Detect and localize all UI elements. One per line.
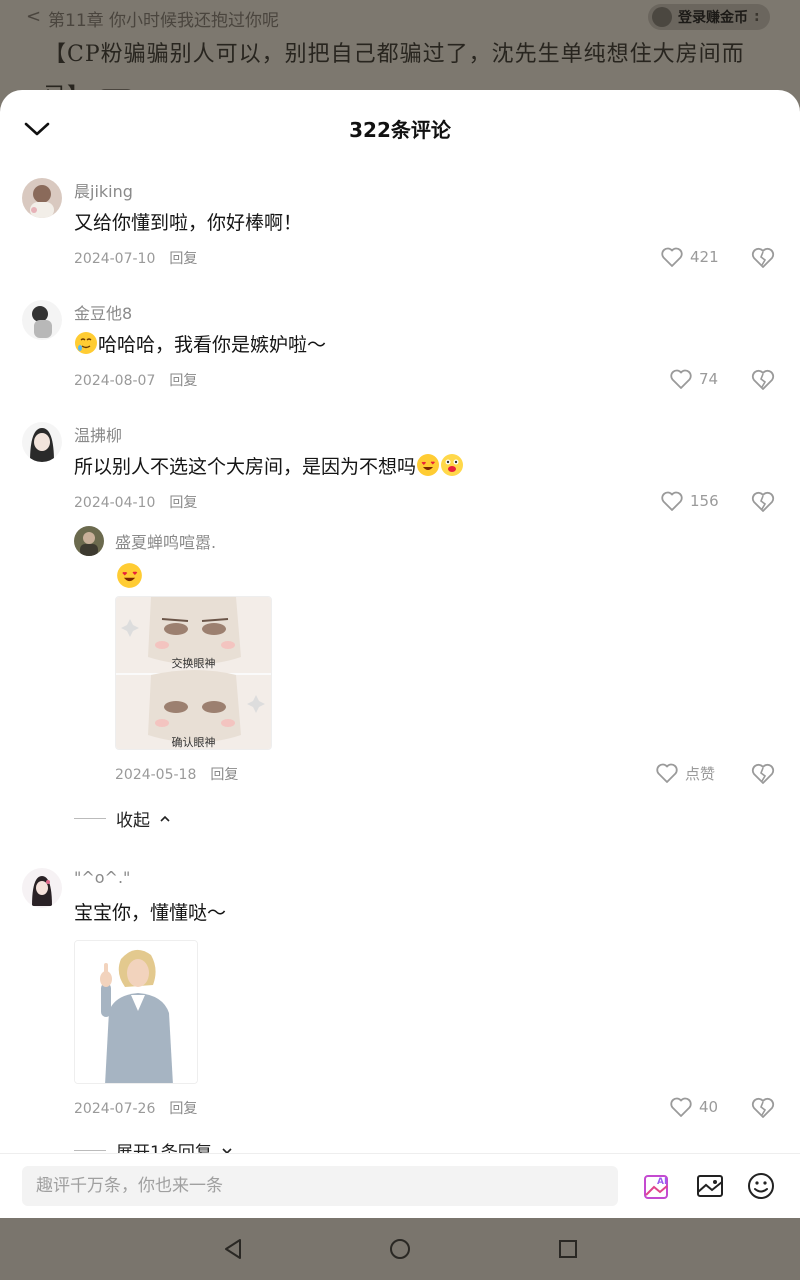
broken-heart-icon[interactable] bbox=[750, 1096, 776, 1120]
broken-heart-icon[interactable] bbox=[750, 490, 776, 514]
comment-author[interactable]: "^o^." bbox=[74, 868, 130, 887]
tongue-out-emoji-icon bbox=[441, 454, 464, 476]
collapse-label: 收起 bbox=[116, 811, 150, 831]
comment-author[interactable]: 温拂柳 bbox=[74, 422, 122, 446]
login-coin-button[interactable]: 登录赚金币 : bbox=[648, 4, 770, 30]
more-icon[interactable]: : bbox=[754, 9, 760, 25]
comment-meta: 2024-07-26 回复 bbox=[74, 1098, 197, 1118]
comment-text-body: 所以别人不选这个大房间，是因为不想吗 bbox=[74, 456, 417, 478]
like-button[interactable]: 74 bbox=[669, 368, 718, 390]
comment-meta: 2024-07-10 回复 bbox=[74, 248, 197, 268]
heart-icon bbox=[661, 247, 683, 267]
back-chevron-icon[interactable]: < bbox=[26, 6, 41, 27]
like-button[interactable]: 40 bbox=[669, 1096, 718, 1118]
chevron-up-icon bbox=[160, 815, 170, 822]
avatar[interactable] bbox=[22, 178, 62, 218]
comment-input-bar: AI bbox=[0, 1153, 800, 1217]
comment-meta: 2024-04-10 回复 bbox=[74, 492, 197, 512]
like-button[interactable]: 421 bbox=[660, 246, 719, 268]
heart-icon bbox=[656, 763, 678, 783]
comment-author[interactable]: 金豆他8 bbox=[74, 300, 132, 324]
nav-recents-icon[interactable] bbox=[555, 1236, 581, 1262]
comment-text: 又给你懂到啦，你好棒啊！ bbox=[74, 212, 303, 234]
sticker-caption-top: 交换眼神 bbox=[171, 657, 216, 670]
comment-sheet: 322条评论 晨jiking 又给你懂到啦，你好棒啊！ 2024-07-10 回复… bbox=[0, 90, 800, 1218]
broken-heart-icon[interactable] bbox=[750, 762, 776, 786]
reply-button[interactable]: 回复 bbox=[169, 373, 197, 389]
sheet-header: 322条评论 bbox=[0, 90, 800, 164]
nav-home-icon[interactable] bbox=[387, 1236, 413, 1262]
reply-button[interactable]: 回复 bbox=[169, 251, 197, 267]
heart-eyes-emoji-icon bbox=[417, 454, 440, 476]
reply-date: 2024-05-18 bbox=[115, 767, 197, 783]
anime-face-illustration bbox=[116, 597, 271, 749]
heart-icon bbox=[661, 491, 683, 511]
heart-eyes-emoji-icon bbox=[117, 563, 142, 588]
avatar[interactable] bbox=[22, 422, 62, 462]
sticker-image[interactable]: 交换眼神 确认眼神 bbox=[115, 596, 272, 750]
comment-list[interactable]: 晨jiking 又给你懂到啦，你好棒啊！ 2024-07-10 回复 421 金豆… bbox=[0, 164, 800, 1154]
woman-photo-illustration bbox=[75, 941, 197, 1083]
comment-date: 2024-07-10 bbox=[74, 251, 156, 267]
like-count: 74 bbox=[699, 370, 719, 388]
emoji-icon[interactable] bbox=[746, 1171, 776, 1201]
coin-button-label: 登录赚金币 bbox=[678, 10, 748, 26]
comment-text: 哈哈哈，我看你是嫉妒啦～ bbox=[74, 330, 326, 357]
coin-icon bbox=[652, 7, 672, 27]
comment-text-body: 哈哈哈，我看你是嫉妒啦～ bbox=[98, 334, 327, 356]
collapse-replies-button[interactable]: 收起 bbox=[74, 806, 170, 831]
drooling-emoji-icon bbox=[75, 332, 97, 354]
broken-heart-icon[interactable] bbox=[750, 368, 776, 392]
comment-text: 宝宝你，懂懂哒～ bbox=[74, 902, 227, 924]
reply-author[interactable]: 盛夏蝉鸣喧嚣. bbox=[115, 529, 216, 553]
like-count: 40 bbox=[699, 1098, 719, 1116]
comment-author[interactable]: 晨jiking bbox=[74, 178, 133, 202]
divider-line bbox=[74, 1150, 106, 1151]
comment-date: 2024-07-26 bbox=[74, 1101, 156, 1117]
system-nav-bar bbox=[0, 1218, 800, 1280]
reply-avatar[interactable] bbox=[74, 526, 104, 556]
nav-back-icon[interactable] bbox=[220, 1236, 246, 1262]
comment-date: 2024-04-10 bbox=[74, 495, 156, 511]
heart-icon bbox=[670, 369, 692, 389]
like-button[interactable]: 点赞 bbox=[655, 762, 715, 784]
like-count: 156 bbox=[690, 492, 719, 510]
comment-input[interactable] bbox=[22, 1166, 618, 1206]
avatar[interactable] bbox=[22, 300, 62, 340]
comment-meta: 2024-08-07 回复 bbox=[74, 370, 197, 390]
chapter-title: 第11章 你小时候我还抱过你呢 bbox=[48, 11, 280, 31]
like-label: 点赞 bbox=[685, 764, 716, 783]
reply-button[interactable]: 回复 bbox=[210, 767, 238, 783]
comment-date: 2024-08-07 bbox=[74, 373, 156, 389]
reply-meta: 2024-05-18 回复 bbox=[115, 764, 238, 784]
comment-text: 所以别人不选这个大房间，是因为不想吗 bbox=[74, 452, 464, 479]
sheet-title: 322条评论 bbox=[349, 118, 451, 142]
like-button[interactable]: 156 bbox=[660, 490, 719, 512]
reply-button[interactable]: 回复 bbox=[169, 495, 197, 511]
svg-text:AI: AI bbox=[657, 1177, 667, 1187]
expand-label: 展开1条回复 bbox=[116, 1143, 212, 1154]
comment-image[interactable] bbox=[74, 940, 198, 1084]
divider-line bbox=[74, 818, 106, 819]
ai-image-icon[interactable]: AI bbox=[642, 1171, 672, 1201]
broken-heart-icon[interactable] bbox=[750, 246, 776, 270]
expand-replies-button[interactable]: 展开1条回复 bbox=[74, 1138, 232, 1154]
like-count: 421 bbox=[690, 248, 719, 266]
reply-button[interactable]: 回复 bbox=[169, 1101, 197, 1117]
avatar[interactable] bbox=[22, 868, 62, 908]
heart-icon bbox=[670, 1097, 692, 1117]
sticker-caption-bottom: 确认眼神 bbox=[171, 736, 216, 749]
image-icon[interactable] bbox=[695, 1171, 725, 1201]
